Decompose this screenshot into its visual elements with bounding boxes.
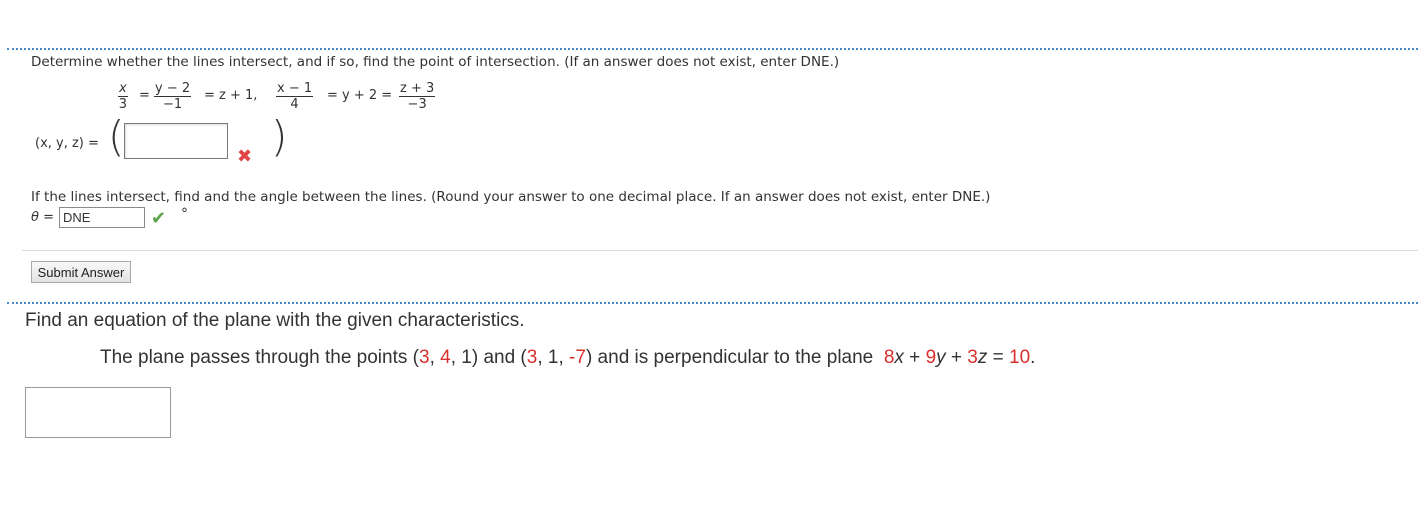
separator <box>22 250 1418 251</box>
p1-y: 4 <box>440 347 451 368</box>
p2-x: 3 <box>526 347 538 368</box>
incorrect-cross-icon: ✖ <box>237 146 253 167</box>
q1-prompt: Determine whether the lines intersect, a… <box>31 54 840 70</box>
question-divider-top <box>7 48 1418 50</box>
angle-input-value: DNE <box>63 210 91 225</box>
correct-check-icon: ✔ <box>151 208 167 229</box>
theta-label: θ = <box>31 210 54 225</box>
fraction-x-minus-1: x − 1 4 <box>276 81 314 112</box>
right-paren: ) <box>271 112 288 161</box>
frac-denominator: 3 <box>118 97 127 112</box>
submit-answer-button[interactable]: Submit Answer <box>31 261 131 283</box>
equals-sign: = <box>139 88 150 103</box>
frac-numerator: x <box>118 81 128 97</box>
plane-equation-input[interactable] <box>25 387 171 438</box>
frac-numerator: x − 1 <box>276 81 314 97</box>
plane-coef-x: 8 <box>883 347 895 368</box>
p1-x: 3 <box>418 347 430 368</box>
intersection-point-input[interactable] <box>124 123 228 159</box>
plane-coef-z: 3 <box>967 347 978 368</box>
left-paren: ( <box>108 112 125 161</box>
q2-body-prefix: The plane passes through the points ( <box>100 347 419 368</box>
plane-rhs: 10 <box>1009 347 1031 368</box>
p2-y: 1 <box>547 347 559 368</box>
frac-denominator: −1 <box>162 97 183 112</box>
fraction-z-plus-3: z + 3 −3 <box>399 81 436 112</box>
frac-denominator: −3 <box>407 97 427 112</box>
p1-z: 1 <box>461 347 472 368</box>
point-label: (x, y, z) = <box>35 136 99 151</box>
angle-input[interactable]: DNE <box>59 207 145 228</box>
plane-coef-y: 9 <box>925 347 937 368</box>
fraction-y-minus-2: y − 2 −1 <box>154 81 192 112</box>
angle-prompt: If the lines intersect, find and the ang… <box>31 189 991 205</box>
p2-z: -7 <box>569 347 586 368</box>
q2-body: The plane passes through the points (3, … <box>100 347 1036 368</box>
equation-middle-1: = z + 1, <box>204 88 258 103</box>
frac-numerator: y − 2 <box>154 81 192 97</box>
frac-numerator: z + 3 <box>399 81 436 97</box>
degree-unit: ° <box>181 206 188 222</box>
q2-body-mid: ) and is perpendicular to the plane <box>585 347 874 368</box>
fraction-x-over-3: x 3 <box>118 82 128 112</box>
question-divider-middle <box>7 302 1418 304</box>
frac-denominator: 4 <box>290 97 299 112</box>
equation-middle-2: = y + 2 = <box>327 88 393 103</box>
q2-title: Find an equation of the plane with the g… <box>25 310 525 331</box>
